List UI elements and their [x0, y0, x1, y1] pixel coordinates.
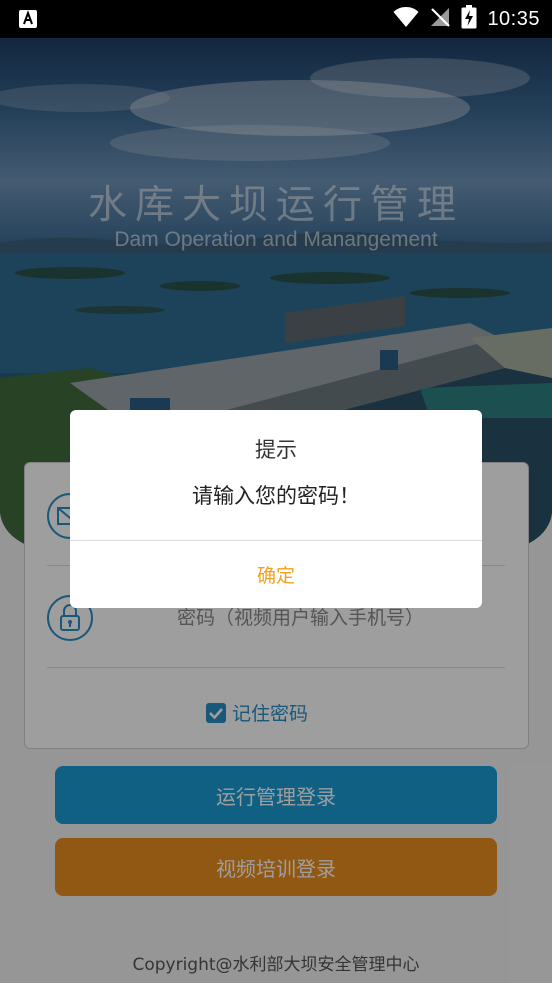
- alert-dialog: 提示 请输入您的密码！ 确定: [70, 410, 482, 608]
- a-notification-icon: [18, 9, 38, 29]
- dialog-ok-button[interactable]: 确定: [70, 541, 482, 608]
- status-bar: 10:35: [0, 0, 552, 38]
- dialog-title: 提示: [255, 438, 297, 462]
- status-icons: 10:35: [393, 5, 540, 33]
- status-time: 10:35: [487, 7, 540, 30]
- battery-charging-icon: [461, 5, 477, 33]
- wifi-icon: [393, 6, 419, 32]
- dialog-message: 请输入您的密码！: [192, 484, 360, 508]
- no-signal-icon: [429, 6, 451, 32]
